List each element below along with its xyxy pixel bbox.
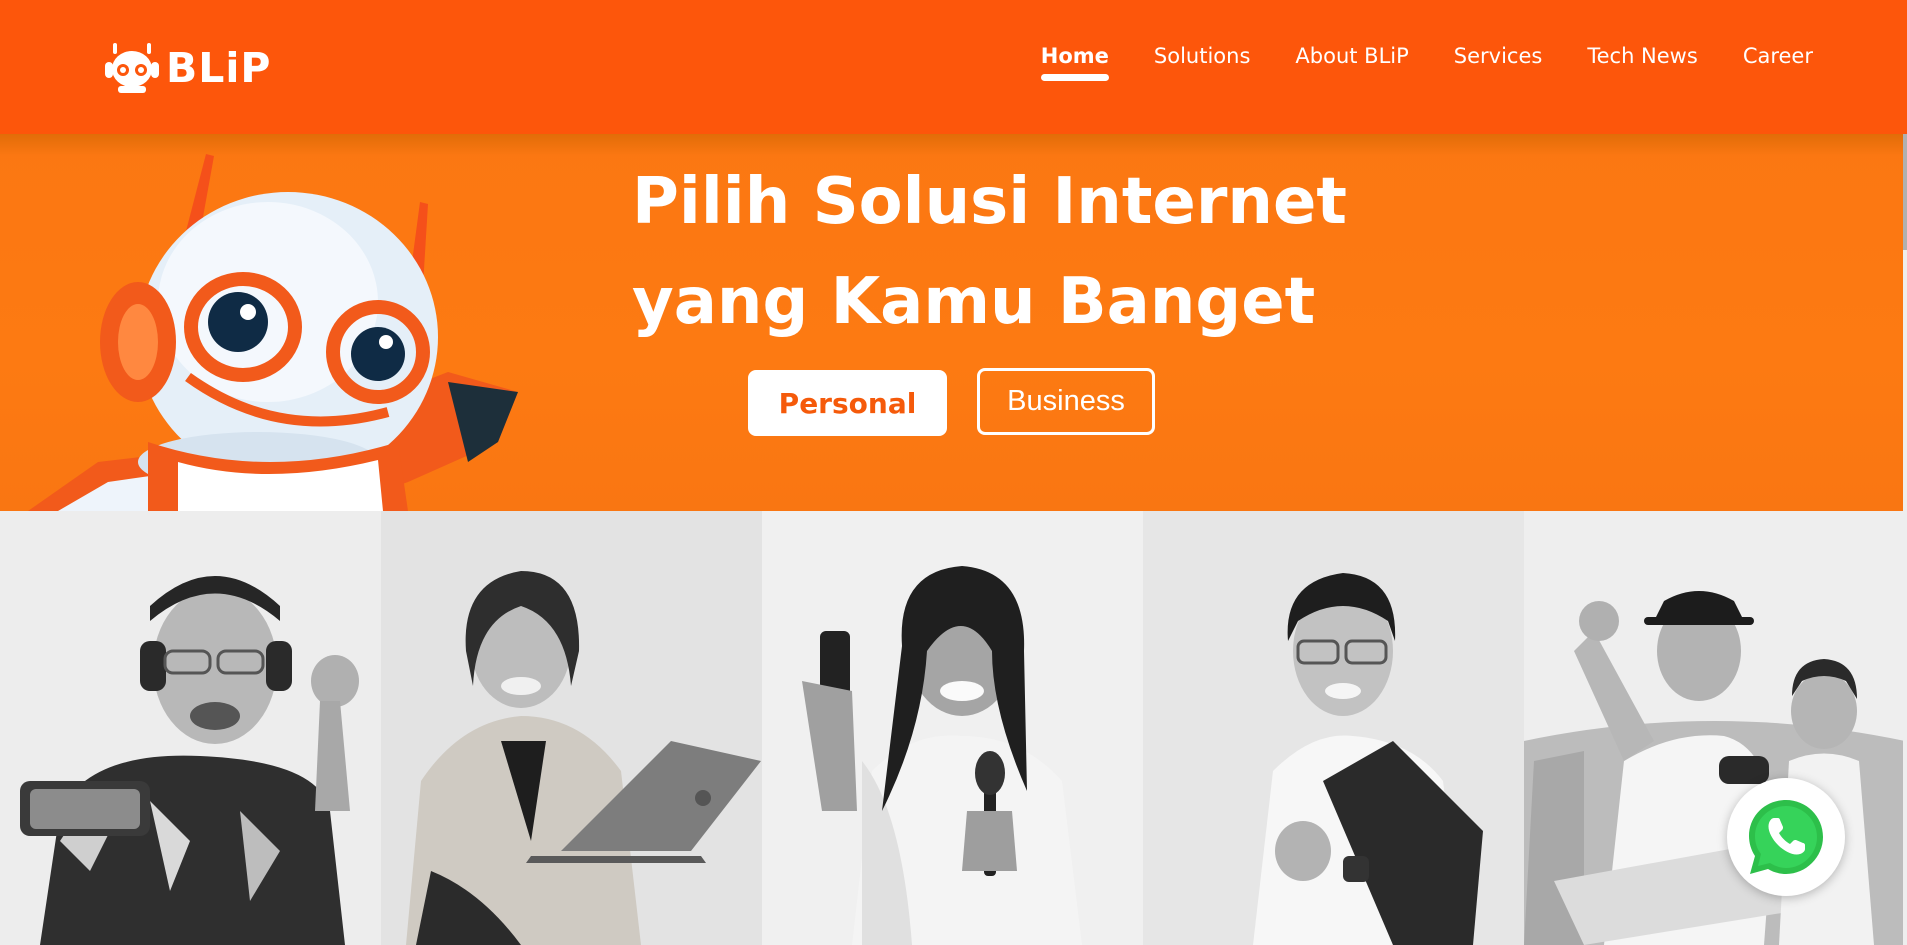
photo-father-and-son-gaming [1524, 511, 1905, 945]
robot-mascot-illustration [28, 154, 518, 511]
page-scrollbar[interactable] [1903, 0, 1907, 945]
brand-logo[interactable]: BLiP [104, 42, 271, 94]
main-nav: Home Solutions About BLiP Services Tech … [1040, 44, 1813, 81]
whatsapp-chat-button[interactable] [1727, 778, 1845, 896]
nav-career[interactable]: Career [1743, 44, 1813, 78]
nav-services[interactable]: Services [1454, 44, 1543, 78]
hero-banner: Pilih Solusi Internet yang Kamu Banget P… [0, 134, 1907, 511]
hero-title: Pilih Solusi Internet yang Kamu Banget [632, 152, 1347, 352]
nav-home[interactable]: Home [1040, 44, 1110, 81]
personal-button[interactable]: Personal [748, 370, 947, 436]
nav-about-blip[interactable]: About BLiP [1295, 44, 1408, 78]
photo-student-with-backpack [1143, 511, 1524, 945]
hero-title-line-2: yang Kamu Banget [632, 265, 1316, 339]
photo-gamer-with-headphones [0, 511, 381, 945]
photo-woman-with-phone [762, 511, 1143, 945]
whatsapp-icon [1749, 800, 1823, 874]
brand-name: BLiP [166, 44, 272, 92]
robot-logo-icon [105, 43, 159, 93]
people-photo-strip [0, 511, 1907, 945]
page: BLiP Home Solutions About BLiP Services … [0, 0, 1907, 945]
hero-title-line-1: Pilih Solusi Internet [632, 165, 1347, 239]
photo-woman-with-laptop [381, 511, 762, 945]
business-button[interactable]: Business [977, 368, 1155, 435]
nav-solutions[interactable]: Solutions [1154, 44, 1251, 78]
top-navbar: BLiP Home Solutions About BLiP Services … [0, 0, 1907, 134]
nav-tech-news[interactable]: Tech News [1587, 44, 1697, 78]
